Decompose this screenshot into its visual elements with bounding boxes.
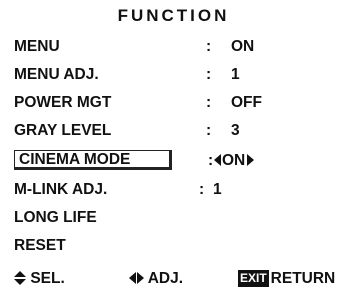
menu-item-value: OFF bbox=[231, 94, 262, 111]
menu-item-value: 1 bbox=[213, 181, 222, 198]
footer-select-hint: SEL. bbox=[14, 268, 65, 290]
separator: : bbox=[206, 66, 212, 83]
menu-title: FUNCTION bbox=[117, 6, 230, 25]
menu-item-long-life[interactable]: LONG LIFE bbox=[14, 206, 334, 230]
menu-item-m-link-adj[interactable]: M-LINK ADJ. : 1 bbox=[14, 178, 334, 202]
adjust-label: ADJ. bbox=[147, 270, 184, 287]
menu-item-reset[interactable]: RESET bbox=[14, 234, 334, 258]
menu-item-label: POWER MGT bbox=[14, 94, 112, 111]
menu-item-value: 1 bbox=[231, 66, 240, 83]
arrow-right-icon[interactable] bbox=[247, 154, 255, 166]
menu-item-gray-level[interactable]: GRAY LEVEL : 3 bbox=[14, 119, 334, 143]
menu-item-cinema-mode[interactable]: CINEMA MODE : ON bbox=[14, 149, 334, 173]
separator: : bbox=[208, 152, 214, 169]
menu-footer: SEL. ADJ. EXIT RETURN bbox=[0, 268, 347, 290]
menu-item-menu[interactable]: MENU : ON bbox=[14, 35, 334, 59]
separator: : bbox=[206, 38, 212, 55]
separator: : bbox=[206, 122, 212, 139]
menu-item-value-adjuster[interactable]: ON bbox=[214, 149, 255, 173]
exit-key-icon: EXIT bbox=[238, 270, 269, 287]
menu-item-value: ON bbox=[222, 152, 246, 169]
menu-item-label: RESET bbox=[14, 237, 66, 254]
menu-item-menu-adj[interactable]: MENU ADJ. : 1 bbox=[14, 63, 334, 87]
select-label: SEL. bbox=[30, 270, 65, 287]
menu-item-label: MENU bbox=[14, 38, 60, 55]
menu-item-label: MENU ADJ. bbox=[14, 66, 99, 83]
menu-item-value: 3 bbox=[231, 122, 240, 139]
footer-adjust-hint: ADJ. bbox=[129, 268, 183, 291]
arrow-left-icon[interactable] bbox=[214, 154, 221, 166]
menu-item-label: LONG LIFE bbox=[14, 209, 97, 226]
separator: : bbox=[199, 181, 205, 198]
selection-highlight: CINEMA MODE bbox=[14, 150, 172, 170]
up-down-arrows-icon bbox=[14, 271, 26, 285]
footer-return-hint: EXIT RETURN bbox=[238, 268, 335, 290]
left-right-arrows-icon bbox=[129, 269, 144, 291]
menu-item-power-mgt[interactable]: POWER MGT : OFF bbox=[14, 91, 334, 115]
menu-item-label: GRAY LEVEL bbox=[14, 122, 112, 139]
separator: : bbox=[206, 94, 212, 111]
menu-item-label: CINEMA MODE bbox=[19, 151, 131, 168]
menu-item-label: M-LINK ADJ. bbox=[14, 181, 108, 198]
menu-item-value: ON bbox=[231, 38, 255, 55]
return-label: RETURN bbox=[270, 270, 336, 287]
